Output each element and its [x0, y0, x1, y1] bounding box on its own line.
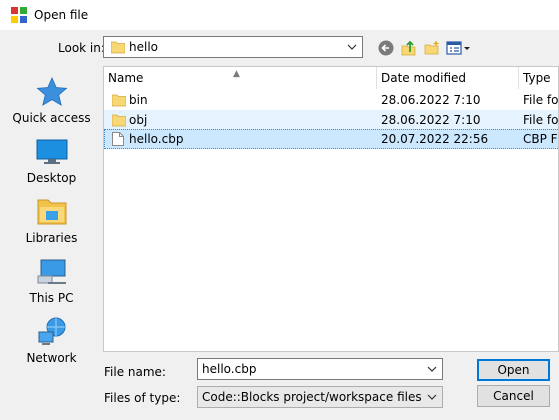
column-header-label: Type — [523, 71, 551, 85]
title-bar[interactable]: Open file — [0, 0, 559, 30]
file-name: bin — [129, 93, 148, 107]
back-button[interactable] — [377, 39, 395, 57]
column-header-type[interactable]: Type — [523, 67, 558, 89]
filetype-select[interactable]: Code::Blocks project/workspace files — [197, 386, 443, 408]
lookin-value: hello — [129, 40, 158, 54]
place-desktop[interactable]: Desktop — [3, 136, 100, 185]
filetype-value: Code::Blocks project/workspace files — [202, 390, 422, 404]
file-row-obj[interactable]: obj 28.06.2022 7:10 File fo — [104, 110, 559, 130]
place-network[interactable]: Network — [3, 316, 100, 365]
filetype-label: Files of type: — [104, 391, 181, 405]
file-name: hello.cbp — [129, 132, 184, 146]
folder-icon — [112, 94, 126, 107]
file-type: CBP F — [523, 132, 558, 146]
column-header-label: Name — [108, 71, 144, 85]
window-title: Open file — [34, 8, 89, 22]
file-icon — [112, 132, 124, 146]
chevron-down-icon — [427, 394, 437, 400]
file-date: 28.06.2022 7:10 — [381, 113, 481, 127]
new-folder-button[interactable] — [423, 39, 441, 57]
file-date: 20.07.2022 22:56 — [381, 132, 489, 146]
open-button[interactable]: Open — [477, 359, 550, 381]
place-this-pc[interactable]: This PC — [3, 256, 100, 305]
app-icon — [11, 7, 27, 23]
place-label: Desktop — [26, 171, 77, 185]
folder-icon — [111, 41, 125, 54]
lookin-label: Look in: — [58, 41, 105, 55]
column-divider[interactable] — [518, 67, 519, 89]
chevron-down-icon[interactable] — [427, 362, 437, 376]
new-folder-icon — [424, 41, 439, 55]
column-header-name[interactable]: Name — [108, 67, 374, 89]
place-label: Network — [26, 351, 77, 365]
column-divider[interactable] — [376, 67, 377, 89]
place-quick-access[interactable]: Quick access — [3, 76, 100, 125]
place-label: Quick access — [12, 111, 91, 125]
libraries-icon — [37, 199, 66, 225]
file-list[interactable]: ▲ Name Date modified Type bin 28.06.2022… — [103, 66, 559, 352]
file-date: 28.06.2022 7:10 — [381, 93, 481, 107]
filename-label: File name: — [104, 365, 166, 379]
view-menu-icon — [446, 41, 470, 55]
cancel-button[interactable]: Cancel — [477, 385, 550, 407]
folder-icon — [112, 114, 126, 127]
view-menu-button[interactable] — [446, 39, 472, 57]
up-folder-icon — [401, 40, 416, 56]
column-header-label: Date modified — [381, 71, 467, 85]
file-row-hello-cbp[interactable]: hello.cbp 20.07.2022 22:56 CBP F — [104, 129, 558, 149]
up-folder-button[interactable] — [400, 39, 418, 57]
file-type: File fo — [523, 113, 559, 127]
network-icon — [38, 317, 65, 345]
chevron-down-icon — [347, 44, 357, 50]
computer-icon — [37, 259, 66, 284]
desktop-icon — [36, 139, 67, 164]
lookin-dropdown[interactable]: hello — [103, 36, 363, 58]
filename-input[interactable]: hello.cbp — [202, 362, 256, 376]
file-type: File fo — [523, 93, 559, 107]
place-label: This PC — [29, 291, 74, 305]
file-row-bin[interactable]: bin 28.06.2022 7:10 File fo — [104, 90, 559, 110]
filename-combobox[interactable]: hello.cbp — [197, 358, 443, 380]
column-header-date[interactable]: Date modified — [381, 67, 518, 89]
star-icon — [36, 77, 67, 106]
file-name: obj — [129, 113, 148, 127]
place-label: Libraries — [25, 231, 78, 245]
place-libraries[interactable]: Libraries — [3, 196, 100, 245]
places-bar: Quick access Desktop Libraries This PC N… — [3, 66, 100, 368]
back-icon — [378, 40, 394, 56]
